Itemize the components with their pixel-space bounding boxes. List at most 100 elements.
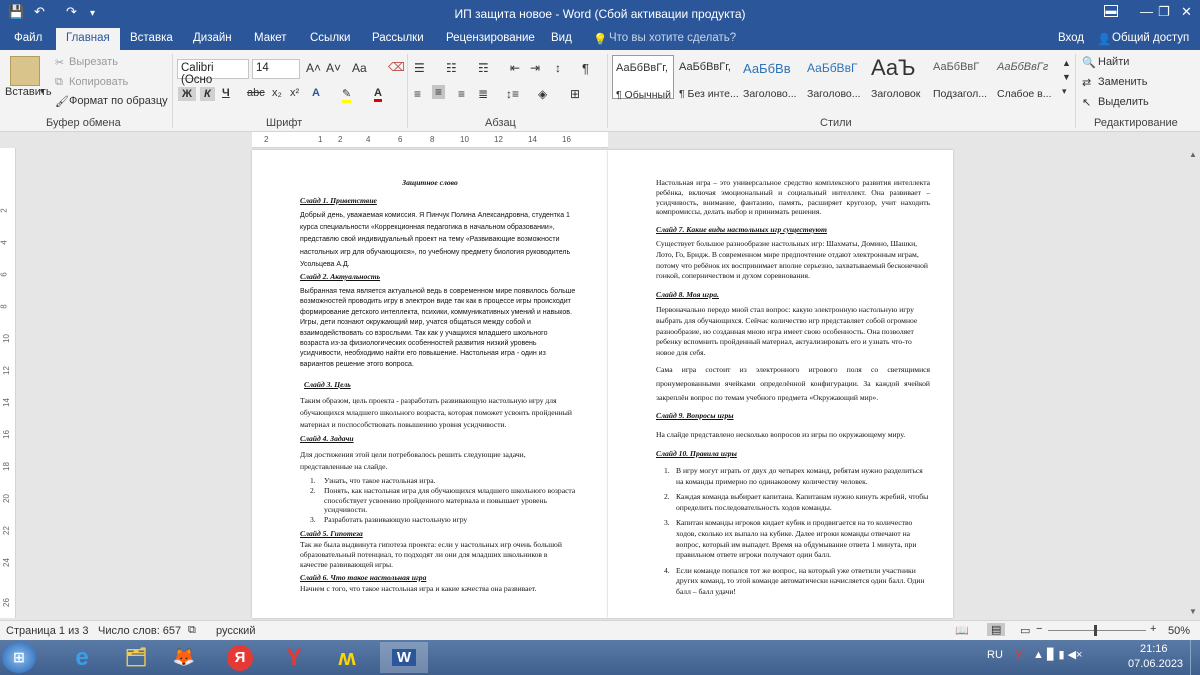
style-heading-1[interactable]: АаБбВв Заголово... [740, 55, 802, 100]
print-layout-icon[interactable]: ▤ [987, 623, 1006, 636]
zoom-slider[interactable] [1048, 630, 1146, 631]
tray-icons[interactable]: ▲ ▊ ▮ ◀× [1033, 648, 1082, 661]
show-desktop-button[interactable] [1190, 640, 1200, 675]
find-icon[interactable]: 🔍 [1082, 56, 1096, 69]
tab-home[interactable]: Главная [56, 28, 120, 50]
word-taskbar-icon[interactable]: W [380, 642, 428, 673]
tab-layout[interactable]: Макет [254, 32, 287, 44]
clear-formatting-icon[interactable]: ⌫ [388, 60, 405, 74]
zoom-slider-thumb[interactable] [1094, 625, 1097, 636]
ribbon-display-icon[interactable]: ▬ [1104, 5, 1118, 17]
font-color-icon[interactable]: A [374, 87, 382, 102]
file-explorer-icon[interactable]: 🗂 [112, 642, 160, 673]
vertical-scrollbar[interactable]: ▲ ▼ [1186, 148, 1200, 618]
font-size-box[interactable]: 14 [252, 59, 300, 79]
bullets-icon[interactable]: ☰ [414, 61, 425, 75]
select-icon[interactable]: ↖ [1082, 96, 1091, 109]
paste-dropdown-icon[interactable]: ▾ [40, 86, 45, 97]
read-mode-icon[interactable]: 📖 [955, 624, 969, 637]
text-effects-icon[interactable]: A [312, 87, 320, 99]
clock-time[interactable]: 21:16 [1140, 643, 1168, 655]
tell-me-input[interactable]: Что вы хотите сделать? [609, 32, 736, 44]
justify-icon[interactable]: ≣ [478, 87, 488, 101]
zoom-level[interactable]: 50% [1168, 625, 1190, 637]
style-normal[interactable]: АаБбВвГг, ¶ Обычный [612, 55, 674, 101]
start-button[interactable]: ⊞ [2, 642, 36, 673]
tab-design[interactable]: Дизайн [193, 32, 232, 44]
paste-icon[interactable] [10, 56, 40, 86]
zoom-in-icon[interactable]: + [1150, 623, 1156, 635]
change-case-icon[interactable]: Aa [352, 61, 367, 75]
document-page-1[interactable]: Защитное слово Слайд 1. Приветствие Добр… [252, 150, 608, 618]
borders-icon[interactable]: ⊞ [570, 87, 580, 101]
shrink-font-icon[interactable]: A˅ [326, 61, 341, 75]
minimize-icon[interactable]: — [1140, 4, 1153, 19]
font-name-box[interactable]: Calibri (Осно [177, 59, 249, 86]
increase-indent-icon[interactable]: ⇥ [530, 61, 540, 75]
line-spacing-icon[interactable]: ↕≡ [506, 87, 519, 101]
word-count[interactable]: Число слов: 657 [98, 625, 181, 637]
tab-view[interactable]: Вид [551, 32, 572, 44]
proofing-icon[interactable]: ⧉ [188, 624, 196, 637]
strikethrough-button[interactable]: abc [247, 87, 265, 99]
cut-button[interactable]: Вырезать [69, 56, 118, 68]
yandex-browser-icon[interactable]: Я [216, 642, 264, 673]
multilevel-list-icon[interactable]: ☶ [478, 61, 489, 75]
find-button[interactable]: Найти [1098, 56, 1129, 68]
vertical-ruler[interactable]: 2 4 6 8 10 12 14 16 18 20 22 24 26 [0, 148, 16, 618]
clock-date[interactable]: 07.06.2023 [1128, 658, 1183, 670]
sort-icon[interactable]: ↕ [555, 61, 561, 75]
web-layout-icon[interactable]: ▭ [1020, 624, 1030, 637]
style-title[interactable]: АаЪ Заголовок [868, 55, 930, 100]
tab-mailings[interactable]: Рассылки [372, 32, 424, 44]
align-left-icon[interactable]: ≡ [414, 87, 421, 101]
underline-button[interactable]: Ч [222, 87, 230, 99]
language-status[interactable]: русский [216, 625, 255, 637]
input-language[interactable]: RU [987, 649, 1003, 661]
decrease-indent-icon[interactable]: ⇤ [510, 61, 520, 75]
align-center-icon[interactable]: ≡ [432, 85, 446, 99]
zoom-out-icon[interactable]: − [1036, 623, 1042, 635]
copy-button[interactable]: Копировать [69, 76, 128, 88]
style-subtle-emphasis[interactable]: АаБбВвГг Слабое в... [994, 55, 1056, 100]
style-no-spacing[interactable]: АаБбВвГг, ¶ Без инте... [676, 55, 739, 100]
format-painter-button[interactable]: Формат по образцу [69, 95, 168, 107]
italic-button[interactable]: К [200, 87, 215, 101]
firefox-icon[interactable]: 🦊 [160, 642, 208, 673]
subscript-button[interactable]: x₂ [272, 87, 282, 99]
grow-font-icon[interactable]: A˄ [306, 61, 321, 75]
tab-insert[interactable]: Вставка [130, 32, 173, 44]
align-right-icon[interactable]: ≡ [458, 87, 465, 101]
replace-icon[interactable]: ⇄ [1082, 76, 1091, 89]
share-button[interactable]: Общий доступ [1112, 32, 1189, 44]
superscript-button[interactable]: x² [290, 87, 299, 99]
show-marks-icon[interactable]: ¶ [582, 61, 589, 76]
signin-link[interactable]: Вход [1058, 32, 1084, 44]
select-button[interactable]: Выделить [1098, 96, 1149, 108]
scroll-down-icon[interactable]: ▼ [1189, 607, 1197, 616]
style-subtitle[interactable]: АаБбВвГ Подзагол... [930, 55, 992, 100]
replace-button[interactable]: Заменить [1098, 76, 1147, 88]
bold-button[interactable]: Ж [178, 87, 196, 101]
tab-file[interactable]: Файл [14, 32, 42, 44]
tab-references[interactable]: Ссылки [310, 32, 351, 44]
restore-icon[interactable]: ❐ [1158, 4, 1170, 20]
numbering-icon[interactable]: ☷ [446, 61, 457, 75]
shading-icon[interactable]: ◈ [538, 87, 547, 101]
style-heading-2[interactable]: АаБбВвГ Заголово... [804, 55, 866, 100]
format-painter-icon[interactable]: 🖌 [55, 95, 69, 108]
copy-icon[interactable]: ⧉ [55, 76, 63, 89]
scroll-up-icon[interactable]: ▲ [1189, 150, 1197, 159]
app-icon[interactable]: ʍ [323, 642, 371, 673]
page-count[interactable]: Страница 1 из 3 [6, 625, 88, 637]
yandex-tray-icon[interactable]: Y [1015, 648, 1023, 662]
styles-scroll-icon[interactable]: ▲ ▼ ▾ [1062, 56, 1071, 98]
document-page-2[interactable]: Настольная игра – это универсальное сред… [608, 150, 953, 618]
highlight-icon[interactable]: ✎ [342, 87, 352, 103]
horizontal-ruler[interactable]: 2 1 2 4 6 8 10 12 14 16 [252, 132, 608, 148]
yandex-icon[interactable]: Y [270, 642, 318, 673]
close-icon[interactable]: ✕ [1181, 4, 1192, 20]
tab-review[interactable]: Рецензирование [446, 32, 535, 44]
cut-icon[interactable]: ✂ [55, 56, 64, 69]
internet-explorer-icon[interactable]: e [58, 642, 106, 673]
